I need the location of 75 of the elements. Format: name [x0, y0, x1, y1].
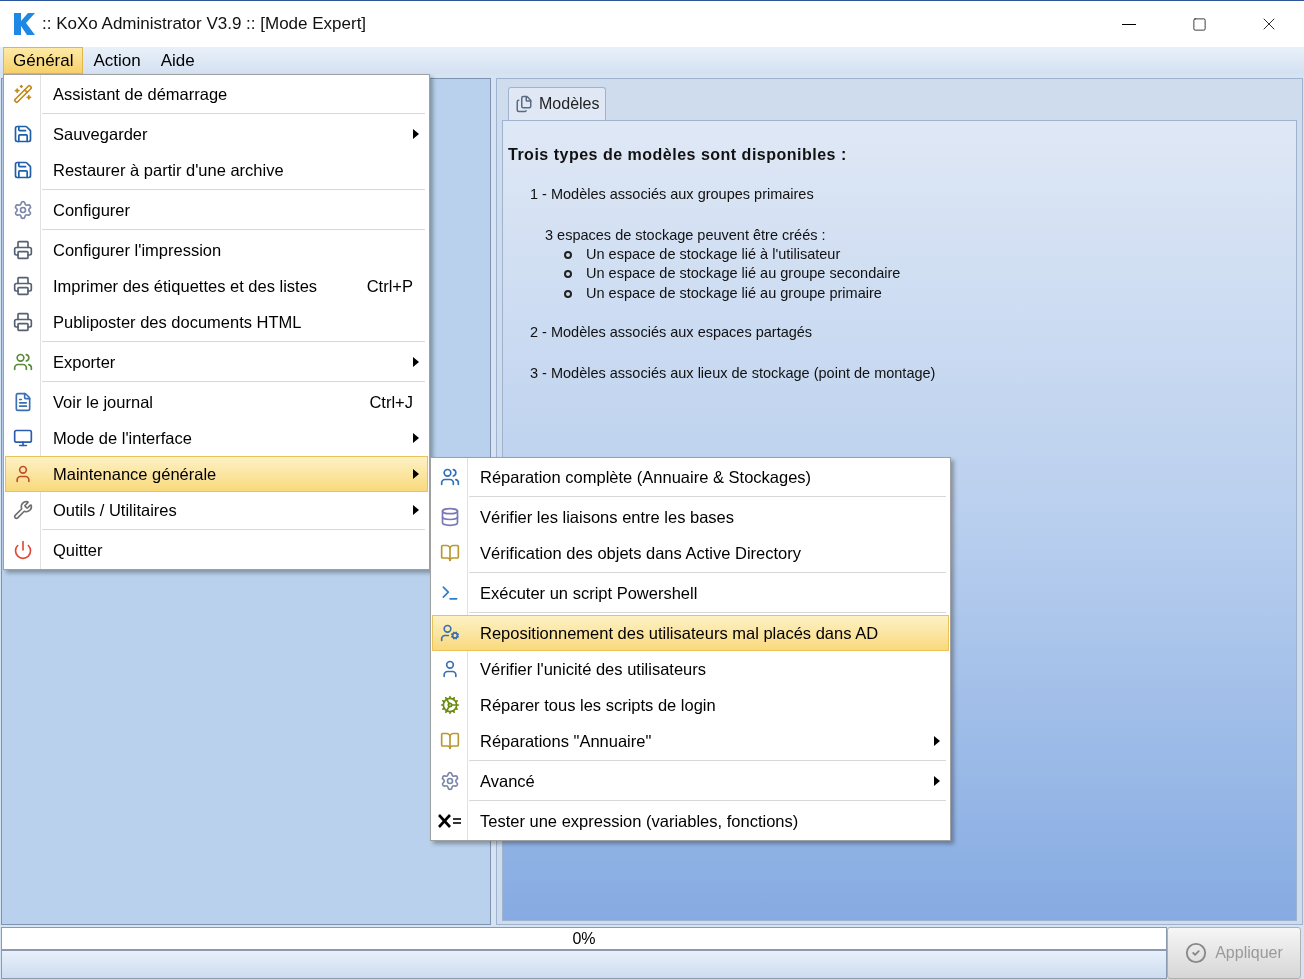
tab[interactable]: Modèles	[508, 87, 607, 120]
menu-item[interactable]: Configurer l'impression	[4, 232, 429, 268]
printer-icon	[13, 240, 33, 260]
submenu-arrow-icon	[413, 469, 419, 479]
list-item: Un espace de stockage lié au groupe secondaire	[586, 264, 901, 284]
menu-item[interactable]: Réparations "Annuaire"	[431, 723, 950, 762]
person-icon	[440, 659, 460, 679]
people-icon	[440, 467, 460, 487]
menu-item[interactable]: Mode de l'interface	[4, 420, 429, 456]
menu-item[interactable]: Vérifier les liaisons entre les bases	[431, 499, 950, 535]
person-icon	[13, 464, 33, 484]
menu-item[interactable]: Assistant de démarrage	[4, 76, 429, 115]
gear-icon	[440, 771, 460, 791]
gear-icon	[13, 200, 33, 220]
bullet-icon	[564, 270, 572, 278]
submenu-arrow-icon	[413, 129, 419, 139]
menu-item[interactable]: Maintenance générale	[4, 456, 429, 492]
paragraph: 1 - Modèles associés aux groupes primaires	[529, 185, 815, 204]
maximize-icon	[1191, 16, 1207, 32]
menu-bar-item[interactable]: Action	[83, 47, 151, 74]
book-icon	[440, 543, 460, 563]
window-title: :: KoXo Administrator V3.9 :: [Mode Expert]	[42, 13, 367, 36]
menu-item[interactable]: Réparer tous les scripts de login	[431, 687, 950, 723]
minimize-icon	[1122, 23, 1136, 25]
database-icon	[440, 507, 460, 527]
book-icon	[440, 731, 460, 751]
paragraph: 3 - Modèles associés aux lieux de stockage (point de montage)	[529, 364, 937, 383]
paragraph: 2 - Modèles associés aux espaces partagés	[529, 323, 814, 343]
submenu-arrow-icon	[934, 776, 940, 786]
menu-item[interactable]: Exporter	[4, 344, 429, 383]
printer-icon	[13, 312, 33, 332]
people-icon	[13, 352, 33, 372]
list-item: Un espace de stockage lié à l'utilisateur	[586, 244, 841, 264]
bullet-icon	[564, 289, 572, 298]
person-icon	[440, 623, 460, 643]
document-icon	[13, 392, 33, 412]
menu-item[interactable]: Tester une expression (variables, fonctions)	[431, 803, 950, 839]
shortcut-label: Ctrl+P	[365, 275, 414, 297]
menu-item[interactable]: Configurer	[4, 192, 429, 231]
list-item: Un espace de stockage lié au groupe primaire	[586, 283, 882, 303]
submenu-arrow-icon	[413, 433, 419, 443]
wand-icon	[13, 84, 33, 104]
documents-icon	[515, 95, 533, 113]
gear-icon	[440, 695, 460, 715]
terminal-icon	[440, 583, 460, 603]
menu-item[interactable]: Avancé	[431, 763, 950, 802]
menu-item[interactable]: Réparation complète (Annuaire & Stockages)	[431, 459, 950, 498]
menu-bar-item[interactable]: Aide	[150, 47, 205, 74]
menu-item[interactable]: Restaurer à partir d'une archive	[4, 152, 429, 191]
menu-bar-item[interactable]: Général	[3, 47, 84, 74]
menu-item[interactable]: Voir le journal Ctrl+J	[4, 384, 429, 420]
menu-item[interactable]: Publiposter des documents HTML	[4, 304, 429, 343]
check-icon	[1185, 942, 1208, 964]
tools-icon	[13, 500, 33, 520]
menu-item[interactable]: Imprimer des étiquettes et des listes Ctrl+P	[4, 268, 429, 304]
menu-item[interactable]: Outils / Utilitaires	[4, 492, 429, 531]
app-logo-icon	[12, 12, 36, 36]
menu-item[interactable]: Quitter	[4, 532, 429, 568]
menu-item[interactable]: Vérifier l'unicité des utilisateurs	[431, 651, 950, 687]
x-equals-icon	[438, 813, 462, 829]
menu-item[interactable]: Sauvegarder	[4, 116, 429, 152]
content-heading: Trois types de modèles sont disponibles :	[508, 145, 848, 165]
submenu-arrow-icon	[413, 357, 419, 367]
power-icon	[13, 540, 33, 560]
bullet-icon	[564, 250, 572, 259]
submenu-arrow-icon	[413, 505, 419, 515]
submenu-arrow-icon	[934, 736, 940, 746]
printer-icon	[13, 276, 33, 296]
progress-text: 0%	[572, 928, 596, 949]
monitor-icon	[13, 428, 33, 448]
shortcut-label: Ctrl+J	[368, 391, 414, 413]
menu-item[interactable]: Exécuter un script Powershell	[431, 575, 950, 614]
paragraph: 3 espaces de stockage peuvent être créés :	[544, 225, 827, 245]
menu-item[interactable]: Vérification des objets dans Active Directory	[431, 535, 950, 574]
menu-item[interactable]: Repositionnement des utilisateurs mal placés dans AD	[431, 615, 950, 651]
